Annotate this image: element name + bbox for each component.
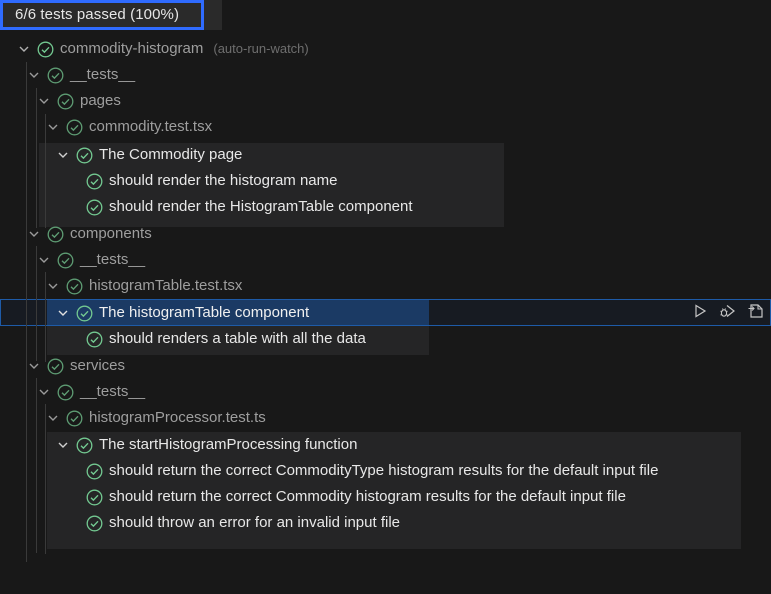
tree-item-label: The Commodity page xyxy=(99,146,243,163)
tree-item-test-file[interactable]: histogramProcessor.test.ts xyxy=(45,405,266,431)
test-explorer: 6/6 tests passed (100%) commodity-histog… xyxy=(0,0,771,594)
tree-item-label: should render the histogram name xyxy=(109,172,338,189)
tree-item-description: (auto-run-watch) xyxy=(213,41,309,56)
passed-check-icon xyxy=(85,172,103,190)
tree-item-label: histogramTable.test.tsx xyxy=(89,277,243,294)
tree-item-pages-folder[interactable]: pages xyxy=(36,88,121,114)
run-icon[interactable] xyxy=(691,302,709,320)
passed-check-icon xyxy=(56,92,74,110)
tree-item-label: should return the correct CommodityType … xyxy=(109,462,659,479)
tree-item-test-case[interactable]: should throw an error for an invalid inp… xyxy=(85,510,400,536)
chevron-down-icon[interactable] xyxy=(36,93,52,109)
tree-item-label: should throw an error for an invalid inp… xyxy=(109,514,400,531)
tree-item-label: histogramProcessor.test.ts xyxy=(89,409,266,426)
tree-item-test-case[interactable]: should render the histogram name xyxy=(85,168,337,194)
chevron-down-icon[interactable] xyxy=(26,358,42,374)
tree-item-test-file[interactable]: commodity.test.tsx xyxy=(45,114,212,140)
tree-item-label: services xyxy=(70,357,126,374)
tree-item-label: __tests__ xyxy=(80,251,146,268)
passed-check-icon xyxy=(36,40,54,58)
passed-check-icon xyxy=(75,146,93,164)
tree-item-label: commodity.test.tsx xyxy=(89,118,213,135)
test-summary-bar: 6/6 tests passed (100%) xyxy=(0,0,222,30)
tree-item-label: The startHistogramProcessing function xyxy=(99,436,358,453)
passed-check-icon xyxy=(65,409,83,427)
go-to-file-icon[interactable] xyxy=(747,302,765,320)
chevron-down-icon[interactable] xyxy=(55,147,71,163)
indent-guide xyxy=(26,62,27,562)
tree-item-label: components xyxy=(70,225,152,242)
chevron-down-icon[interactable] xyxy=(45,278,61,294)
tree-item-label: commodity-histogram xyxy=(60,40,204,57)
tree-item-tests-folder[interactable]: __tests__ xyxy=(26,62,135,88)
chevron-down-icon[interactable] xyxy=(36,252,52,268)
test-summary-text[interactable]: 6/6 tests passed (100%) xyxy=(0,0,204,30)
passed-check-icon xyxy=(75,436,93,454)
passed-check-icon xyxy=(46,357,64,375)
tree-item-label: pages xyxy=(80,92,121,109)
passed-check-icon xyxy=(75,304,93,322)
chevron-down-icon[interactable] xyxy=(55,305,71,321)
chevron-down-icon[interactable] xyxy=(16,41,32,57)
row-actions xyxy=(691,302,765,320)
passed-check-icon xyxy=(85,330,103,348)
tree-item-label: The histogramTable component xyxy=(99,304,310,321)
chevron-down-icon[interactable] xyxy=(36,384,52,400)
tree-item-label: __tests__ xyxy=(70,66,136,83)
tree-item-test-suite[interactable]: The startHistogramProcessing function xyxy=(55,432,357,458)
tree-item-test-suite[interactable]: The Commodity page xyxy=(55,142,242,168)
passed-check-icon xyxy=(85,462,103,480)
passed-check-icon xyxy=(56,251,74,269)
passed-check-icon xyxy=(85,488,103,506)
tree-item-label: should render the HistogramTable compone… xyxy=(109,198,413,215)
tree-item-tests-folder[interactable]: __tests__ xyxy=(36,379,145,405)
tree-item-label: should renders a table with all the data xyxy=(109,330,366,347)
passed-check-icon xyxy=(46,66,64,84)
debug-icon[interactable] xyxy=(719,302,737,320)
tree-item-test-case[interactable]: should return the correct CommodityType … xyxy=(85,458,658,484)
tree-item-test-case[interactable]: should render the HistogramTable compone… xyxy=(85,194,413,220)
passed-check-icon xyxy=(85,514,103,532)
tree-item-test-case[interactable]: should return the correct Commodity hist… xyxy=(85,484,626,510)
chevron-down-icon[interactable] xyxy=(26,67,42,83)
tree-item-label: __tests__ xyxy=(80,383,146,400)
chevron-down-icon[interactable] xyxy=(26,226,42,242)
tree-item-label: should return the correct Commodity hist… xyxy=(109,488,626,505)
passed-check-icon xyxy=(65,118,83,136)
tree-item-tests-folder[interactable]: __tests__ xyxy=(36,247,145,273)
passed-check-icon xyxy=(65,277,83,295)
chevron-down-icon[interactable] xyxy=(45,119,61,135)
chevron-down-icon[interactable] xyxy=(55,437,71,453)
chevron-down-icon[interactable] xyxy=(45,410,61,426)
passed-check-icon xyxy=(46,225,64,243)
passed-check-icon xyxy=(56,383,74,401)
tree-item-root[interactable]: commodity-histogram (auto-run-watch) xyxy=(16,36,309,62)
tree-item-components-folder[interactable]: components xyxy=(26,221,152,247)
tree-item-services-folder[interactable]: services xyxy=(26,353,125,379)
tree-item-test-case[interactable]: should renders a table with all the data xyxy=(85,326,366,352)
tree-item-test-suite-selected[interactable]: The histogramTable component xyxy=(55,300,309,326)
passed-check-icon xyxy=(85,198,103,216)
tree-item-test-file[interactable]: histogramTable.test.tsx xyxy=(45,273,242,299)
